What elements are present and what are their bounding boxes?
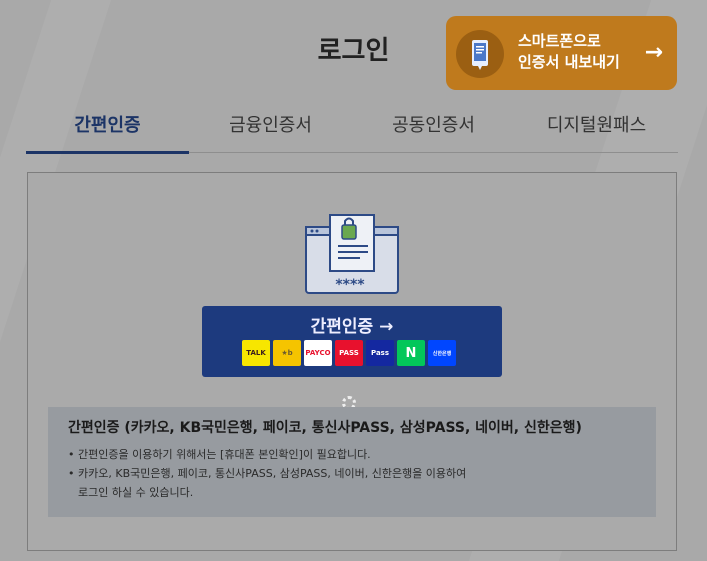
naver-logo-icon: N — [397, 340, 425, 366]
tab-joint-certificate[interactable]: 공동인증서 — [352, 104, 515, 152]
simple-auth-panel: **** 간편인증 → TALK ★b PAYCO PASS Pass N 신한… — [27, 172, 677, 551]
secure-document-icon: **** — [302, 211, 402, 301]
info-line: 로그인 하실 수 있습니다. — [78, 486, 194, 499]
export-line2: 인증서 내보내기 — [518, 53, 620, 71]
pass-logo-icon: PASS — [335, 340, 363, 366]
tab-digital-onepass[interactable]: 디지털원패스 — [515, 104, 678, 152]
tab-financial-certificate[interactable]: 금융인증서 — [189, 104, 352, 152]
info-title: 간편인증 (카카오, KB국민은행, 페이코, 통신사PASS, 삼성PASS,… — [68, 420, 582, 436]
kakao-logo-icon: TALK — [242, 340, 270, 366]
smartphone-icon — [456, 30, 504, 78]
arrow-right-icon: → — [644, 40, 663, 65]
export-certificate-label: 스마트폰으로 인증서 내보내기 — [518, 31, 620, 73]
info-line: 간편인증을 이용하기 위해서는 [휴대폰 본인확인]이 필요합니다. — [68, 445, 636, 464]
provider-logos: TALK ★b PAYCO PASS Pass N 신한은행 — [242, 340, 456, 366]
password-mask-text: **** — [335, 277, 365, 293]
info-box: 간편인증 (카카오, KB국민은행, 페이코, 통신사PASS, 삼성PASS,… — [48, 407, 656, 517]
payco-logo-icon: PAYCO — [304, 340, 332, 366]
samsung-pass-logo-icon: Pass — [366, 340, 394, 366]
login-tabs: 간편인증 금융인증서 공동인증서 디지털원패스 — [26, 104, 678, 154]
export-line1: 스마트폰으로 — [518, 32, 601, 50]
tab-simple-auth[interactable]: 간편인증 — [26, 104, 189, 154]
kb-logo-icon: ★b — [273, 340, 301, 366]
info-line: 카카오, KB국민은행, 페이코, 통신사PASS, 삼성PASS, 네이버, … — [68, 464, 636, 483]
simple-auth-button[interactable]: 간편인증 → TALK ★b PAYCO PASS Pass N 신한은행 — [202, 306, 502, 377]
simple-auth-label: 간편인증 → — [310, 317, 394, 337]
shinhan-logo-icon: 신한은행 — [428, 340, 456, 366]
export-certificate-button[interactable]: 스마트폰으로 인증서 내보내기 → — [446, 16, 677, 90]
